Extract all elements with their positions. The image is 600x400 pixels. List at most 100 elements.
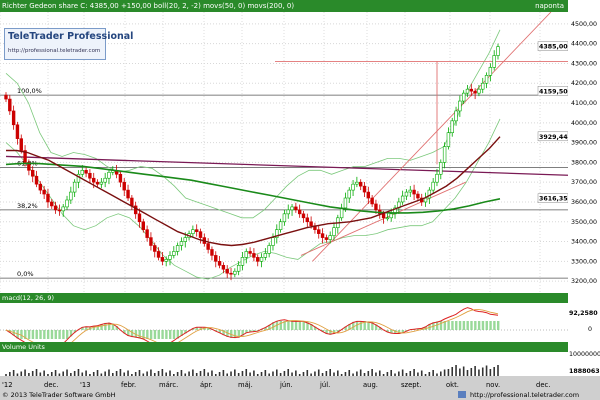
price-panel[interactable]: 100,0%61,8%38,2%0,0%4385,004159,503929,4…	[0, 11, 568, 293]
macd-histogram-bar	[359, 321, 363, 330]
candle-body	[57, 209, 62, 212]
logo-url: http://professional.teletrader.com	[8, 48, 101, 54]
fib-level-label: 38,2%	[17, 202, 38, 210]
candle-body	[80, 170, 84, 175]
candle-body	[492, 55, 496, 68]
candle-body	[320, 233, 325, 238]
macd-histogram-bar	[58, 330, 61, 339]
price-callout-label: 4385,00	[539, 44, 568, 51]
x-tick-label: '13	[80, 381, 91, 389]
candle-body	[343, 197, 348, 209]
price-callout: 4385,00	[537, 41, 568, 51]
candle-body	[53, 205, 58, 211]
macd-y-axis: 92,2580 0	[568, 293, 600, 342]
candle-body	[42, 189, 46, 195]
candle-body	[164, 259, 168, 262]
x-tick-label: márc.	[159, 381, 178, 389]
volume-bar	[203, 369, 206, 376]
y-tick-label: 3300,00	[571, 258, 597, 265]
candle-body	[305, 217, 310, 223]
x-tick-label: szept.	[401, 381, 421, 389]
candle-body	[404, 191, 409, 197]
volume-panel[interactable]	[0, 352, 568, 376]
macd-histogram-bar	[54, 330, 57, 339]
candle-body	[362, 185, 367, 193]
candle-body	[381, 213, 386, 219]
candle-body	[481, 82, 485, 90]
candle-body	[450, 120, 454, 134]
ma50-line	[6, 136, 501, 247]
volume-bar	[413, 369, 415, 376]
volume-tick-label: 1888063	[569, 368, 600, 375]
macd-line	[5, 307, 499, 352]
macd-histogram-bar	[39, 330, 42, 339]
macd-histogram-bar	[497, 321, 500, 330]
candle-body	[61, 206, 65, 212]
macd-panel[interactable]	[0, 303, 568, 352]
volume-bar	[371, 369, 373, 376]
candle-body	[477, 88, 481, 94]
x-tick-label: dec.	[536, 381, 550, 389]
volume-bar	[119, 369, 122, 376]
candle-body	[263, 253, 268, 258]
macd-histogram-bar	[157, 330, 160, 339]
candle-body	[446, 132, 451, 147]
candle-body	[118, 173, 123, 183]
x-tick-label: máj.	[238, 381, 253, 389]
candle-body	[496, 46, 500, 56]
price-y-axis: 3200,00 3300,00 3400,00 3500,00 3600,00 3700,…	[568, 0, 600, 293]
period-label[interactable]: naponta	[533, 0, 564, 12]
candle-body	[458, 100, 462, 112]
website-link[interactable]: http://professional.teletrader.com	[470, 390, 579, 400]
candle-body	[210, 249, 214, 256]
macd-histogram-bar	[462, 321, 466, 330]
fib-level-label: 100,0%	[17, 87, 42, 95]
candle-body	[175, 245, 180, 252]
candle-body	[103, 177, 107, 183]
candle-body	[412, 189, 416, 195]
candle-body	[431, 181, 435, 191]
volume-bar	[35, 369, 38, 376]
candle-body	[72, 181, 77, 193]
y-tick-label: 3600,00	[571, 199, 597, 206]
macd-histogram-bar	[169, 330, 172, 339]
candle-body	[278, 221, 283, 230]
volume-bar	[470, 368, 473, 376]
candle-body	[484, 75, 489, 84]
candle-body	[347, 189, 351, 199]
price-callout-label: 4159,50	[539, 88, 568, 95]
volume-chart[interactable]	[0, 352, 568, 376]
volume-title: Volume Units	[2, 343, 45, 351]
macd-histogram-bar	[66, 330, 69, 339]
candle-body	[30, 170, 35, 177]
volume-bar	[447, 369, 450, 376]
y-tick-label: 3900,00	[571, 140, 597, 147]
y-tick-label: 4500,00	[571, 21, 597, 28]
x-tick-label: aug.	[363, 381, 378, 389]
candle-body	[34, 175, 39, 185]
chart-header: Richter Gedeon share C: 4385,00 +150,00 …	[0, 0, 568, 12]
candle-body	[252, 253, 256, 258]
macd-histogram-bar	[279, 321, 283, 330]
footer: © 2013 TeleTrader Software GmbH http://p…	[0, 390, 600, 400]
macd-histogram-bar	[458, 321, 462, 330]
candle-body	[229, 272, 233, 275]
candle-body	[92, 177, 96, 183]
candle-body	[194, 229, 199, 232]
chart-window: Richter Gedeon share C: 4385,00 +150,00 …	[0, 0, 600, 400]
macd-tick-label: 92,2580	[569, 310, 598, 317]
macd-histogram-bar	[149, 330, 153, 339]
y-tick-label: 4400,00	[571, 41, 597, 48]
volume-y-axis-labels: 10000000 1888063	[569, 351, 600, 375]
candle-body	[294, 206, 298, 211]
volume-bar	[287, 369, 290, 376]
volume-bar	[485, 365, 488, 376]
volume-bar	[497, 365, 499, 376]
macd-histogram-bar	[481, 321, 485, 330]
candle-body	[317, 229, 321, 234]
candle-body	[286, 209, 290, 215]
candle-body	[469, 88, 474, 92]
candle-body	[15, 124, 20, 139]
macd-chart[interactable]	[0, 303, 568, 352]
candle-body	[50, 201, 54, 207]
